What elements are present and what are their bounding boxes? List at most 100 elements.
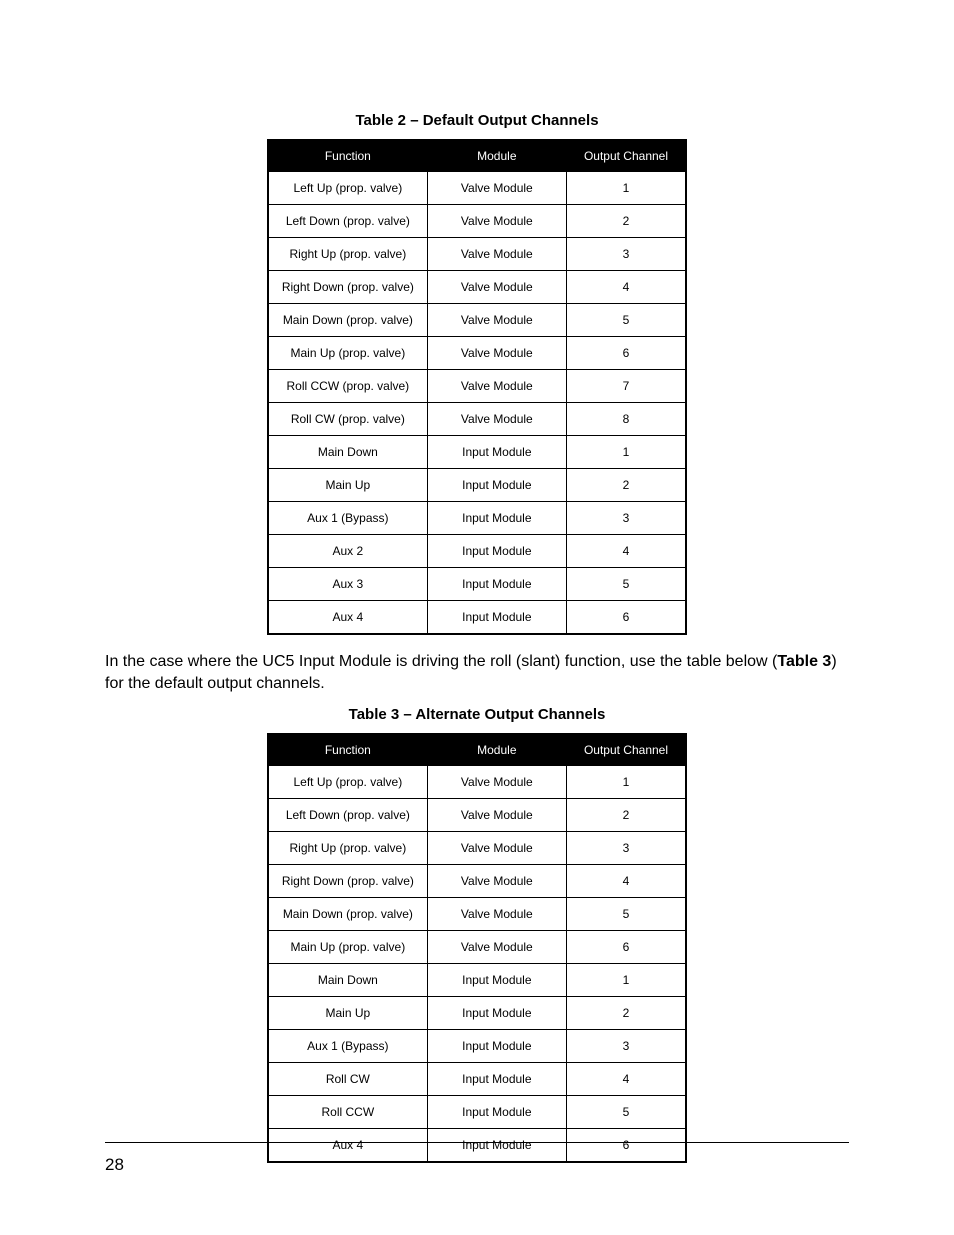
table-cell: Valve Module — [427, 337, 566, 370]
table-cell: Valve Module — [427, 370, 566, 403]
table-row: Left Down (prop. valve)Valve Module2 — [268, 205, 686, 238]
table-cell: Input Module — [427, 469, 566, 502]
table-row: Aux 1 (Bypass)Input Module3 — [268, 1030, 686, 1063]
table-cell: 4 — [566, 865, 686, 898]
table-cell: 6 — [566, 931, 686, 964]
table-cell: Aux 4 — [268, 1129, 427, 1163]
table3-header-module: Module — [427, 734, 566, 766]
table-cell: Aux 4 — [268, 601, 427, 635]
table-row: Aux 1 (Bypass)Input Module3 — [268, 502, 686, 535]
page: Table 2 – Default Output Channels Functi… — [0, 0, 954, 1235]
table-row: Aux 2Input Module4 — [268, 535, 686, 568]
table-cell: Valve Module — [427, 799, 566, 832]
table-cell: Input Module — [427, 601, 566, 635]
table-cell: 3 — [566, 238, 686, 271]
table-cell: Main Up — [268, 997, 427, 1030]
table-cell: Left Down (prop. valve) — [268, 799, 427, 832]
table-cell: Input Module — [427, 964, 566, 997]
table2-header-row: Function Module Output Channel — [268, 140, 686, 172]
table-cell: Right Up (prop. valve) — [268, 238, 427, 271]
table2-header-module: Module — [427, 140, 566, 172]
table-cell: Main Down (prop. valve) — [268, 304, 427, 337]
table-cell: Input Module — [427, 436, 566, 469]
table-cell: Left Down (prop. valve) — [268, 205, 427, 238]
table-cell: 6 — [566, 337, 686, 370]
table-row: Aux 4Input Module6 — [268, 1129, 686, 1163]
table-cell: 7 — [566, 370, 686, 403]
table-row: Main UpInput Module2 — [268, 469, 686, 502]
table-cell: Main Up (prop. valve) — [268, 337, 427, 370]
table-cell: Input Module — [427, 502, 566, 535]
table-cell: 4 — [566, 535, 686, 568]
table-cell: Valve Module — [427, 205, 566, 238]
table-cell: Input Module — [427, 1030, 566, 1063]
table-cell: Left Up (prop. valve) — [268, 172, 427, 205]
table-row: Aux 4Input Module6 — [268, 601, 686, 635]
table-cell: 1 — [566, 964, 686, 997]
table-row: Main Up (prop. valve)Valve Module6 — [268, 337, 686, 370]
footer-rule — [105, 1142, 849, 1143]
table-cell: 1 — [566, 766, 686, 799]
table-cell: Input Module — [427, 568, 566, 601]
table-row: Main Down (prop. valve)Valve Module5 — [268, 898, 686, 931]
table-row: Right Up (prop. valve)Valve Module3 — [268, 238, 686, 271]
table3-header-row: Function Module Output Channel — [268, 734, 686, 766]
table-cell: 1 — [566, 436, 686, 469]
table-row: Main Up (prop. valve)Valve Module6 — [268, 931, 686, 964]
table3: Function Module Output Channel Left Up (… — [267, 733, 687, 1163]
table-row: Main DownInput Module1 — [268, 436, 686, 469]
table-row: Roll CW (prop. valve)Valve Module8 — [268, 403, 686, 436]
table-cell: 1 — [566, 172, 686, 205]
table-cell: 5 — [566, 304, 686, 337]
page-number: 28 — [105, 1155, 124, 1175]
table3-caption: Table 3 – Alternate Output Channels — [105, 706, 849, 723]
table-cell: Right Down (prop. valve) — [268, 271, 427, 304]
table-row: Aux 3Input Module5 — [268, 568, 686, 601]
table2-header-channel: Output Channel — [566, 140, 686, 172]
table-cell: Right Down (prop. valve) — [268, 865, 427, 898]
table-row: Left Up (prop. valve)Valve Module1 — [268, 766, 686, 799]
table-cell: Input Module — [427, 997, 566, 1030]
body-paragraph: In the case where the UC5 Input Module i… — [105, 651, 849, 694]
table3-header-channel: Output Channel — [566, 734, 686, 766]
table-cell: Roll CW (prop. valve) — [268, 403, 427, 436]
table-row: Roll CWInput Module4 — [268, 1063, 686, 1096]
table-cell: Valve Module — [427, 403, 566, 436]
table-cell: Main Down (prop. valve) — [268, 898, 427, 931]
table-cell: 2 — [566, 997, 686, 1030]
table-cell: Input Module — [427, 535, 566, 568]
table-row: Right Down (prop. valve)Valve Module4 — [268, 865, 686, 898]
table-cell: 3 — [566, 832, 686, 865]
table-cell: 2 — [566, 205, 686, 238]
table-cell: Valve Module — [427, 898, 566, 931]
table-cell: Roll CW — [268, 1063, 427, 1096]
table-row: Main UpInput Module2 — [268, 997, 686, 1030]
table-cell: 4 — [566, 1063, 686, 1096]
table-cell: Input Module — [427, 1129, 566, 1163]
table-cell: Aux 1 (Bypass) — [268, 1030, 427, 1063]
table2-body: Left Up (prop. valve)Valve Module1Left D… — [268, 172, 686, 635]
table-cell: Main Down — [268, 964, 427, 997]
table-row: Main Down (prop. valve)Valve Module5 — [268, 304, 686, 337]
table-cell: 3 — [566, 1030, 686, 1063]
table-cell: 2 — [566, 799, 686, 832]
table-cell: 5 — [566, 898, 686, 931]
table-cell: Left Up (prop. valve) — [268, 766, 427, 799]
table-cell: Valve Module — [427, 271, 566, 304]
table-row: Left Up (prop. valve)Valve Module1 — [268, 172, 686, 205]
table-cell: Valve Module — [427, 172, 566, 205]
table-cell: Valve Module — [427, 832, 566, 865]
table2-caption: Table 2 – Default Output Channels — [105, 112, 849, 129]
table-cell: 6 — [566, 601, 686, 635]
table-cell: Input Module — [427, 1096, 566, 1129]
table-row: Roll CCWInput Module5 — [268, 1096, 686, 1129]
table-cell: 6 — [566, 1129, 686, 1163]
table-row: Right Down (prop. valve)Valve Module4 — [268, 271, 686, 304]
table-cell: Roll CCW — [268, 1096, 427, 1129]
table-row: Roll CCW (prop. valve)Valve Module7 — [268, 370, 686, 403]
table-cell: Main Up — [268, 469, 427, 502]
table-row: Right Up (prop. valve)Valve Module3 — [268, 832, 686, 865]
table2: Function Module Output Channel Left Up (… — [267, 139, 687, 635]
table3-header-function: Function — [268, 734, 427, 766]
table-cell: Main Down — [268, 436, 427, 469]
